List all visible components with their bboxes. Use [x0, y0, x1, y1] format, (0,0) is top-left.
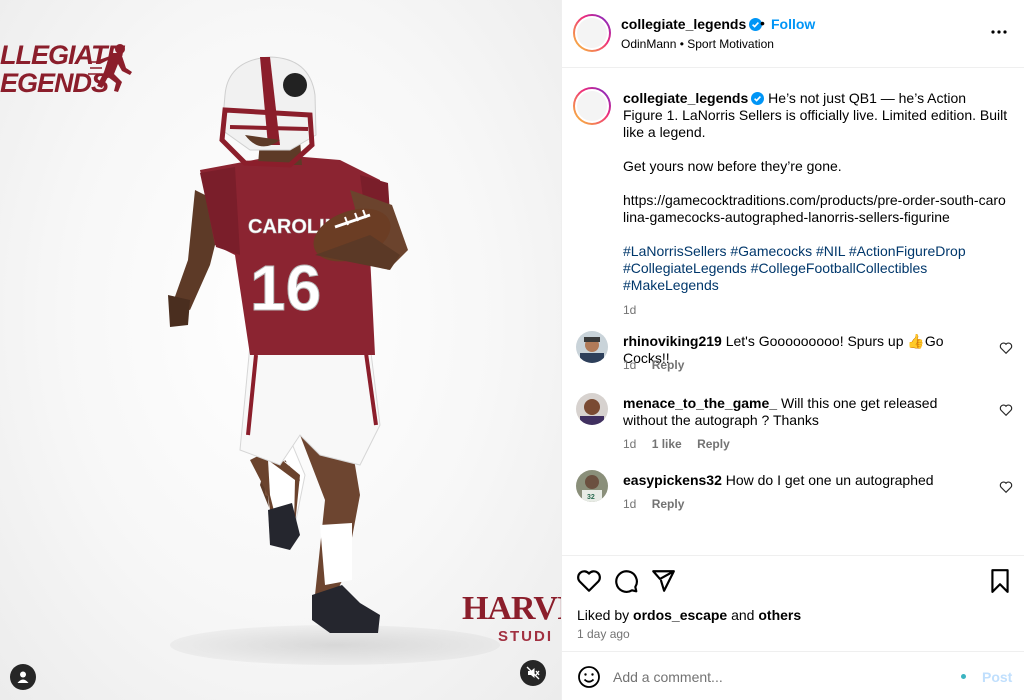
liked-by-others[interactable]: others — [758, 607, 801, 623]
author-avatar[interactable] — [573, 14, 611, 52]
post-media[interactable]: LLEGIATE EGENDS CAROLINA 16 HARV STUDI — [0, 0, 561, 700]
more-horizontal-icon[interactable] — [987, 20, 1011, 44]
comment-meta: 1d Reply — [623, 358, 696, 372]
author-username[interactable]: collegiate_legends — [621, 16, 746, 32]
collegiate-legends-logo: LLEGIATE EGENDS — [0, 36, 140, 100]
add-comment-bar: Post — [562, 651, 1024, 700]
emoji-icon[interactable] — [577, 665, 601, 689]
liked-by-user[interactable]: ordos_escape — [633, 607, 727, 623]
follow-button[interactable]: Follow — [771, 16, 815, 32]
comment-likes[interactable]: 1 like — [652, 437, 682, 451]
harvin-studio-logo: HARVIN STUDI — [462, 590, 561, 650]
runner-logo-icon — [88, 44, 132, 92]
comment-meta: 1d 1 like Reply — [623, 437, 742, 451]
comment-input[interactable] — [613, 666, 943, 688]
like-comment-heart-icon[interactable] — [999, 341, 1013, 355]
commenter-avatar[interactable] — [576, 393, 608, 425]
post-caption: collegiate_legends He’s not just QB1 — h… — [623, 90, 1008, 319]
comments-section[interactable]: collegiate_legends He’s not just QB1 — h… — [562, 69, 1024, 555]
post-header: collegiate_legends • Follow OdinMann • S… — [562, 0, 1024, 68]
caption-hashtags[interactable]: #LaNorrisSellers #Gamecocks #NIL #Action… — [623, 243, 1008, 294]
verified-badge-icon — [751, 92, 765, 105]
caption-timestamp[interactable]: 1d — [623, 302, 1008, 319]
reply-button[interactable]: Reply — [652, 497, 685, 511]
reply-button[interactable]: Reply — [652, 358, 685, 372]
like-comment-heart-icon[interactable] — [999, 403, 1013, 417]
comment-body: How do I get one un autographed — [725, 472, 934, 488]
comment-text: easypickens32 How do I get one un autogr… — [623, 472, 983, 489]
caption-link[interactable]: https://gamecocktraditions.com/products/… — [623, 192, 1008, 226]
caption-text-cta: Get yours now before they’re gone. — [623, 158, 842, 174]
save-bookmark-icon[interactable] — [987, 568, 1013, 594]
commenter-avatar[interactable] — [576, 331, 608, 363]
comment-time[interactable]: 1d — [623, 437, 636, 451]
action-figure-image: CAROLINA 16 — [168, 56, 408, 633]
svg-text:32: 32 — [587, 494, 595, 501]
author-username-row[interactable]: collegiate_legends — [621, 16, 763, 32]
caption-username[interactable]: collegiate_legends — [623, 90, 748, 106]
caption-author-avatar[interactable] — [573, 87, 611, 125]
muted-speaker-icon — [526, 666, 540, 680]
studio-logo-line-1: HARVIN — [462, 590, 561, 627]
jersey-number-text: 16 — [250, 252, 321, 324]
commenter-avatar[interactable]: 32 — [576, 470, 608, 502]
reply-button[interactable]: Reply — [697, 437, 730, 451]
comment-bubble-icon[interactable] — [613, 568, 639, 594]
audio-attribution[interactable]: OdinMann • Sport Motivation — [621, 37, 774, 51]
liked-by-summary: Liked by ordos_escape and others — [577, 607, 801, 623]
comment-time[interactable]: 1d — [623, 497, 636, 511]
post-actions: Liked by ordos_escape and others 1 day a… — [562, 555, 1024, 650]
share-send-icon[interactable] — [650, 568, 676, 594]
liked-by-and: and — [731, 607, 755, 623]
typing-indicator — [961, 674, 966, 679]
post-comment-button[interactable]: Post — [982, 669, 1012, 685]
comment-meta: 1d Reply — [623, 497, 696, 511]
comment-username[interactable]: easypickens32 — [623, 472, 722, 488]
comment-time[interactable]: 1d — [623, 358, 636, 372]
like-comment-heart-icon[interactable] — [999, 480, 1013, 494]
studio-logo-line-2: STUDI — [498, 628, 553, 645]
liked-by-prefix: Liked by — [577, 607, 630, 623]
like-heart-icon[interactable] — [576, 568, 602, 594]
post-timestamp[interactable]: 1 day ago — [577, 627, 630, 641]
mute-button[interactable] — [520, 660, 546, 686]
post-details-panel: collegiate_legends • Follow OdinMann • S… — [561, 0, 1024, 700]
header-separator: • — [760, 15, 765, 31]
comment-username[interactable]: rhinoviking219 — [623, 333, 722, 349]
comment-text: menace_to_the_game_ Will this one get re… — [623, 395, 983, 429]
tagged-user-button[interactable] — [10, 664, 36, 690]
user-icon — [17, 671, 29, 683]
comment-username[interactable]: menace_to_the_game_ — [623, 395, 777, 411]
